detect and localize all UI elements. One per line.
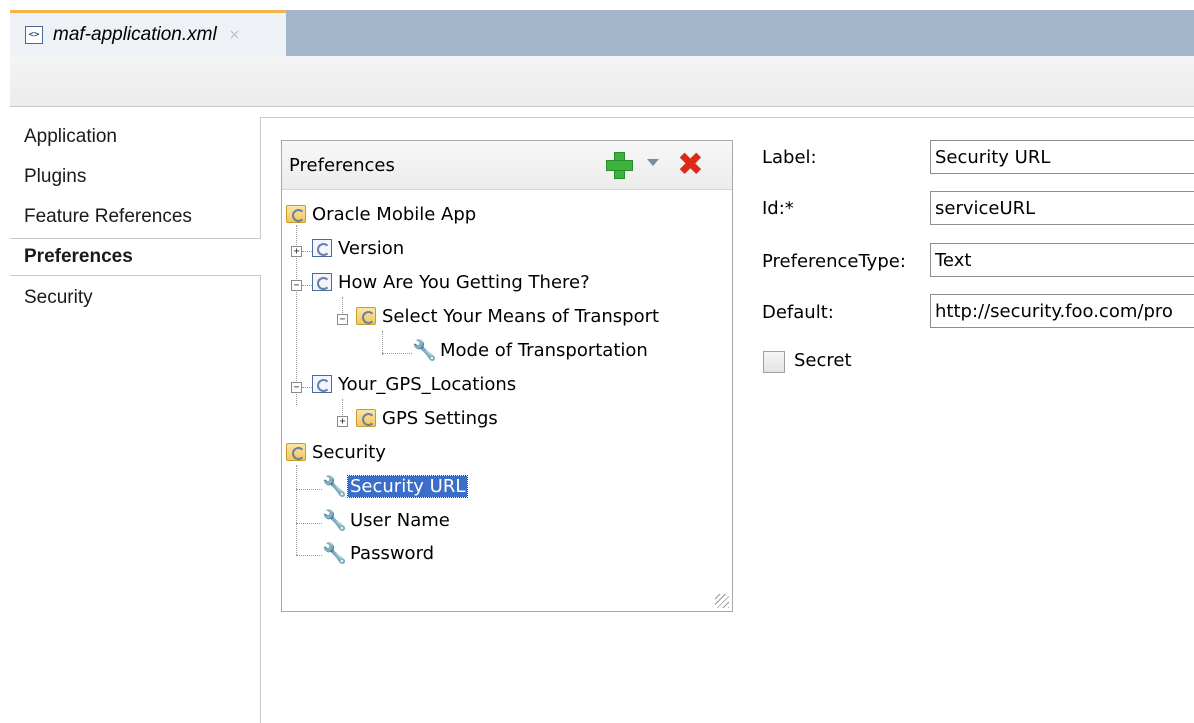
tree-node-your-gps-locations[interactable]: Your_GPS_Locations	[312, 372, 518, 398]
tree-node-label: Mode of Transportation	[440, 340, 648, 361]
delete-icon[interactable]: ✖	[677, 147, 704, 181]
preference-group-folder-icon	[286, 443, 306, 461]
id-field-caption: Id:*	[762, 198, 794, 219]
tree-node-label: Oracle Mobile App	[312, 204, 477, 225]
label-field-caption: Label:	[762, 147, 817, 168]
wrench-icon: 🔧	[322, 508, 347, 532]
default-field-caption: Default:	[762, 302, 834, 323]
preference-page-icon	[312, 273, 332, 291]
close-tab-icon[interactable]: ×	[229, 27, 241, 43]
tree-node-version[interactable]: Version	[312, 236, 406, 262]
collapse-icon[interactable]: −	[291, 382, 302, 393]
add-icon[interactable]	[604, 150, 634, 180]
overview-nav	[10, 107, 260, 723]
wrench-icon: 🔧	[412, 338, 437, 362]
editor-tab-maf-application[interactable]: <> maf-application.xml ×	[10, 10, 286, 56]
preferences-tree: Oracle Mobile App + Version − How Are Yo…	[282, 189, 732, 609]
nav-item-security[interactable]: Security	[24, 287, 93, 309]
tree-node-label: Security URL	[346, 475, 469, 498]
chevron-down-icon[interactable]	[647, 159, 659, 166]
nav-item-preferences[interactable]: Preferences	[10, 238, 261, 276]
tree-connector	[302, 387, 312, 388]
tree-connector	[296, 465, 297, 555]
tree-connector	[382, 331, 383, 355]
tree-node-label: GPS Settings	[382, 408, 498, 429]
preference-page-icon	[312, 239, 332, 257]
preference-group-folder-icon	[356, 409, 376, 427]
tree-node-password[interactable]: 🔧 Password	[322, 541, 436, 567]
editor-toolbar	[10, 56, 1194, 107]
default-field[interactable]: http://security.foo.com/pro	[930, 294, 1194, 328]
collapse-icon[interactable]: −	[291, 280, 302, 291]
tree-node-label: Version	[338, 238, 405, 259]
tree-node-gps-settings[interactable]: GPS Settings	[356, 406, 500, 432]
tree-connector	[296, 489, 322, 490]
secret-checkbox[interactable]	[763, 351, 785, 373]
expand-icon[interactable]: +	[291, 246, 302, 257]
preference-group-folder-icon	[286, 205, 306, 223]
preference-type-caption: PreferenceType:	[762, 251, 906, 272]
tree-node-user-name[interactable]: 🔧 User Name	[322, 508, 452, 534]
nav-item-feature-references[interactable]: Feature References	[24, 206, 192, 228]
tree-node-label: Password	[350, 543, 435, 564]
tree-node-label: User Name	[350, 510, 450, 531]
tree-node-label: Your_GPS_Locations	[338, 374, 517, 395]
collapse-icon[interactable]: −	[337, 314, 348, 325]
secret-checkbox-label: Secret	[794, 350, 852, 371]
tree-node-select-your-means-of-transport[interactable]: Select Your Means of Transport	[356, 304, 661, 330]
tree-node-oracle-mobile-app[interactable]: Oracle Mobile App	[286, 202, 478, 228]
nav-divider	[260, 117, 261, 723]
tree-node-security[interactable]: Security	[286, 440, 388, 466]
tree-connector	[302, 285, 312, 286]
tree-node-label: How Are You Getting There?	[338, 272, 590, 293]
editor-tab-bar: <> maf-application.xml ×	[0, 0, 1194, 56]
editor-tab-title: maf-application.xml	[53, 23, 217, 45]
wrench-icon: 🔧	[322, 474, 347, 498]
tree-node-label: Select Your Means of Transport	[382, 306, 660, 327]
nav-item-plugins[interactable]: Plugins	[24, 166, 86, 188]
tree-node-how-are-you-getting-there[interactable]: How Are You Getting There?	[312, 270, 592, 296]
resize-grip-icon[interactable]	[715, 594, 729, 608]
preferences-panel-header: Preferences ✖	[282, 141, 732, 190]
tree-node-security-url[interactable]: 🔧 Security URL	[322, 474, 469, 500]
expand-icon[interactable]: +	[337, 416, 348, 427]
tree-node-mode-of-transportation[interactable]: 🔧 Mode of Transportation	[412, 338, 650, 364]
label-field[interactable]: Security URL	[930, 140, 1194, 174]
id-field[interactable]: serviceURL	[930, 191, 1194, 225]
preferences-panel-title: Preferences	[289, 155, 395, 176]
preferences-tree-panel: Preferences ✖ Oracle Mobile App + Versio…	[281, 140, 733, 612]
tree-connector	[382, 353, 412, 354]
content-divider	[261, 117, 1194, 118]
xml-file-icon: <>	[25, 25, 43, 44]
preference-type-select[interactable]: Text	[930, 243, 1194, 277]
preference-group-folder-icon	[356, 307, 376, 325]
wrench-icon: 🔧	[322, 541, 347, 565]
tree-connector	[296, 523, 322, 524]
tree-connector	[296, 555, 322, 556]
tree-node-label: Security	[312, 442, 386, 463]
preference-page-icon	[312, 375, 332, 393]
nav-item-application[interactable]: Application	[24, 126, 117, 148]
tree-connector	[302, 251, 312, 252]
